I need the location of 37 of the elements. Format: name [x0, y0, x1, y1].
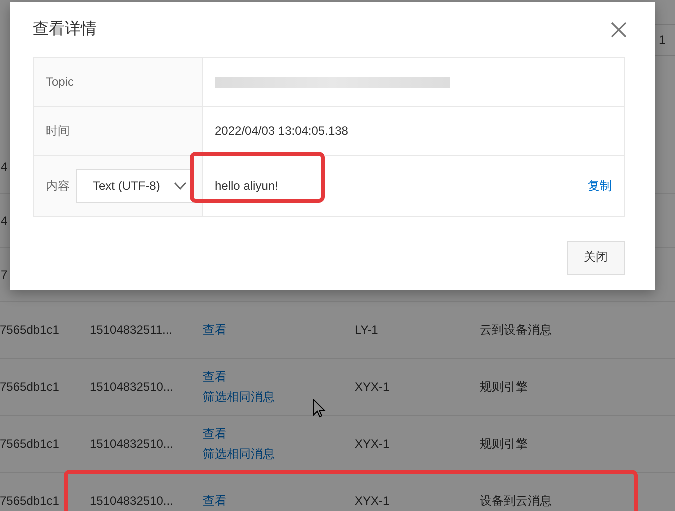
table-link[interactable]: 筛选相同消息	[203, 388, 275, 406]
field-label: Topic	[46, 75, 74, 89]
chevron-down-icon	[174, 182, 187, 190]
table-cell-text: 7565db1c1	[0, 437, 60, 451]
pointer-icon	[313, 399, 326, 418]
table-cell-text: 7565db1c1	[0, 494, 60, 508]
close-button[interactable]: 关闭	[567, 240, 625, 274]
dialog-title: 查看详情	[33, 20, 97, 40]
table-link[interactable]: 查看	[203, 322, 227, 338]
table-cell-text: 规则引擎	[480, 378, 529, 396]
table-cell-text: 云到设备消息	[480, 322, 553, 338]
field-label: 内容	[46, 178, 70, 194]
table-cell: 4	[1, 160, 8, 174]
copy-link[interactable]: 复制	[588, 178, 612, 194]
table-link[interactable]: 筛选相同消息	[203, 446, 275, 462]
table-cell-text: XYX-1	[355, 437, 391, 451]
close-icon[interactable]	[611, 22, 627, 38]
table-cell: 4	[1, 214, 8, 228]
message-content: hello aliyun!	[215, 179, 278, 193]
table-link[interactable]: 查看	[203, 426, 227, 442]
table-cell-text: 规则引擎	[480, 436, 529, 452]
table-cell-text: 15104832510...	[90, 437, 174, 451]
field-label: 时间	[46, 122, 70, 140]
table-cell-text: 15104832510...	[90, 494, 174, 508]
table-cell-text: XYX-1	[355, 494, 391, 508]
table-cell-text: 7565db1c1	[0, 323, 60, 337]
table-cell-text: 设备到云消息	[480, 492, 553, 510]
table-link[interactable]: 查看	[203, 492, 227, 510]
format-select[interactable]: Text (UTF-8)	[76, 169, 194, 203]
table-cell-text: XYX-1	[355, 380, 391, 394]
table-cell-text: 15104832510...	[90, 380, 174, 394]
field-value: 2022/04/03 13:04:05.138	[215, 124, 348, 138]
table-cell-text: LY-1	[355, 323, 380, 337]
table-cell-text: 7565db1c1	[0, 380, 60, 394]
table-cell-text: 15104832511...	[90, 323, 174, 337]
table-cell: 7	[1, 268, 8, 282]
table-link[interactable]: 查看	[203, 368, 227, 386]
